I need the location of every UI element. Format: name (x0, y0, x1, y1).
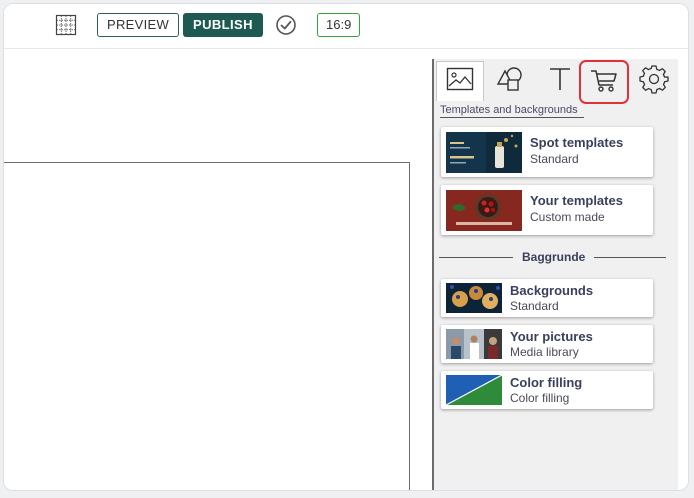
your-templates-card[interactable]: Your templates Custom made (441, 185, 653, 235)
spot-templates-thumbnail (446, 132, 522, 173)
card-title: Your pictures (510, 329, 593, 344)
section-divider-left (439, 257, 513, 258)
publish-button[interactable]: PUBLISH (183, 13, 263, 37)
side-panel: Templates and backgrounds Spot templates… (432, 59, 678, 490)
tab-images[interactable] (436, 61, 484, 101)
card-subtitle: Standard (510, 299, 559, 313)
text-icon (547, 65, 573, 98)
check-circle-icon[interactable] (275, 14, 297, 36)
tab-shop[interactable] (579, 60, 629, 104)
card-title: Spot templates (530, 135, 624, 150)
cart-icon (589, 66, 619, 99)
color-filling-card[interactable]: Color filling Color filling (441, 371, 653, 409)
gear-icon (639, 64, 669, 99)
card-subtitle: Custom made (530, 210, 605, 224)
your-pictures-card[interactable]: Your pictures Media library (441, 325, 653, 363)
card-subtitle: Color filling (510, 391, 570, 405)
backgrounds-thumbnail (446, 283, 502, 313)
your-pictures-thumbnail (446, 329, 502, 359)
shapes-icon (496, 65, 526, 98)
design-canvas[interactable] (4, 162, 410, 490)
card-title: Your templates (530, 193, 623, 208)
spot-templates-card[interactable]: Spot templates Standard (441, 127, 653, 177)
tab-shapes[interactable] (487, 61, 535, 101)
card-title: Backgrounds (510, 283, 594, 298)
card-subtitle: Standard (530, 152, 579, 166)
top-toolbar: PREVIEW PUBLISH 16:9 (4, 4, 688, 49)
tab-settings[interactable] (630, 61, 678, 101)
image-icon (446, 67, 474, 96)
preview-button[interactable]: PREVIEW (97, 13, 180, 37)
panel-caption: Templates and backgrounds (440, 104, 584, 118)
panel-tabs (434, 59, 678, 104)
app-window: PREVIEW PUBLISH 16:9 Templates and backg… (3, 3, 689, 491)
card-title: Color filling (510, 375, 583, 390)
grid-icon[interactable] (55, 14, 77, 36)
backgrounds-card[interactable]: Backgrounds Standard (441, 279, 653, 317)
aspect-ratio-button[interactable]: 16:9 (317, 13, 361, 37)
color-filling-thumbnail (446, 375, 502, 405)
section-label: Baggrunde (522, 250, 586, 264)
your-templates-thumbnail (446, 190, 522, 231)
card-subtitle: Media library (510, 345, 579, 359)
section-divider-right (594, 257, 666, 258)
tab-text[interactable] (536, 61, 584, 101)
